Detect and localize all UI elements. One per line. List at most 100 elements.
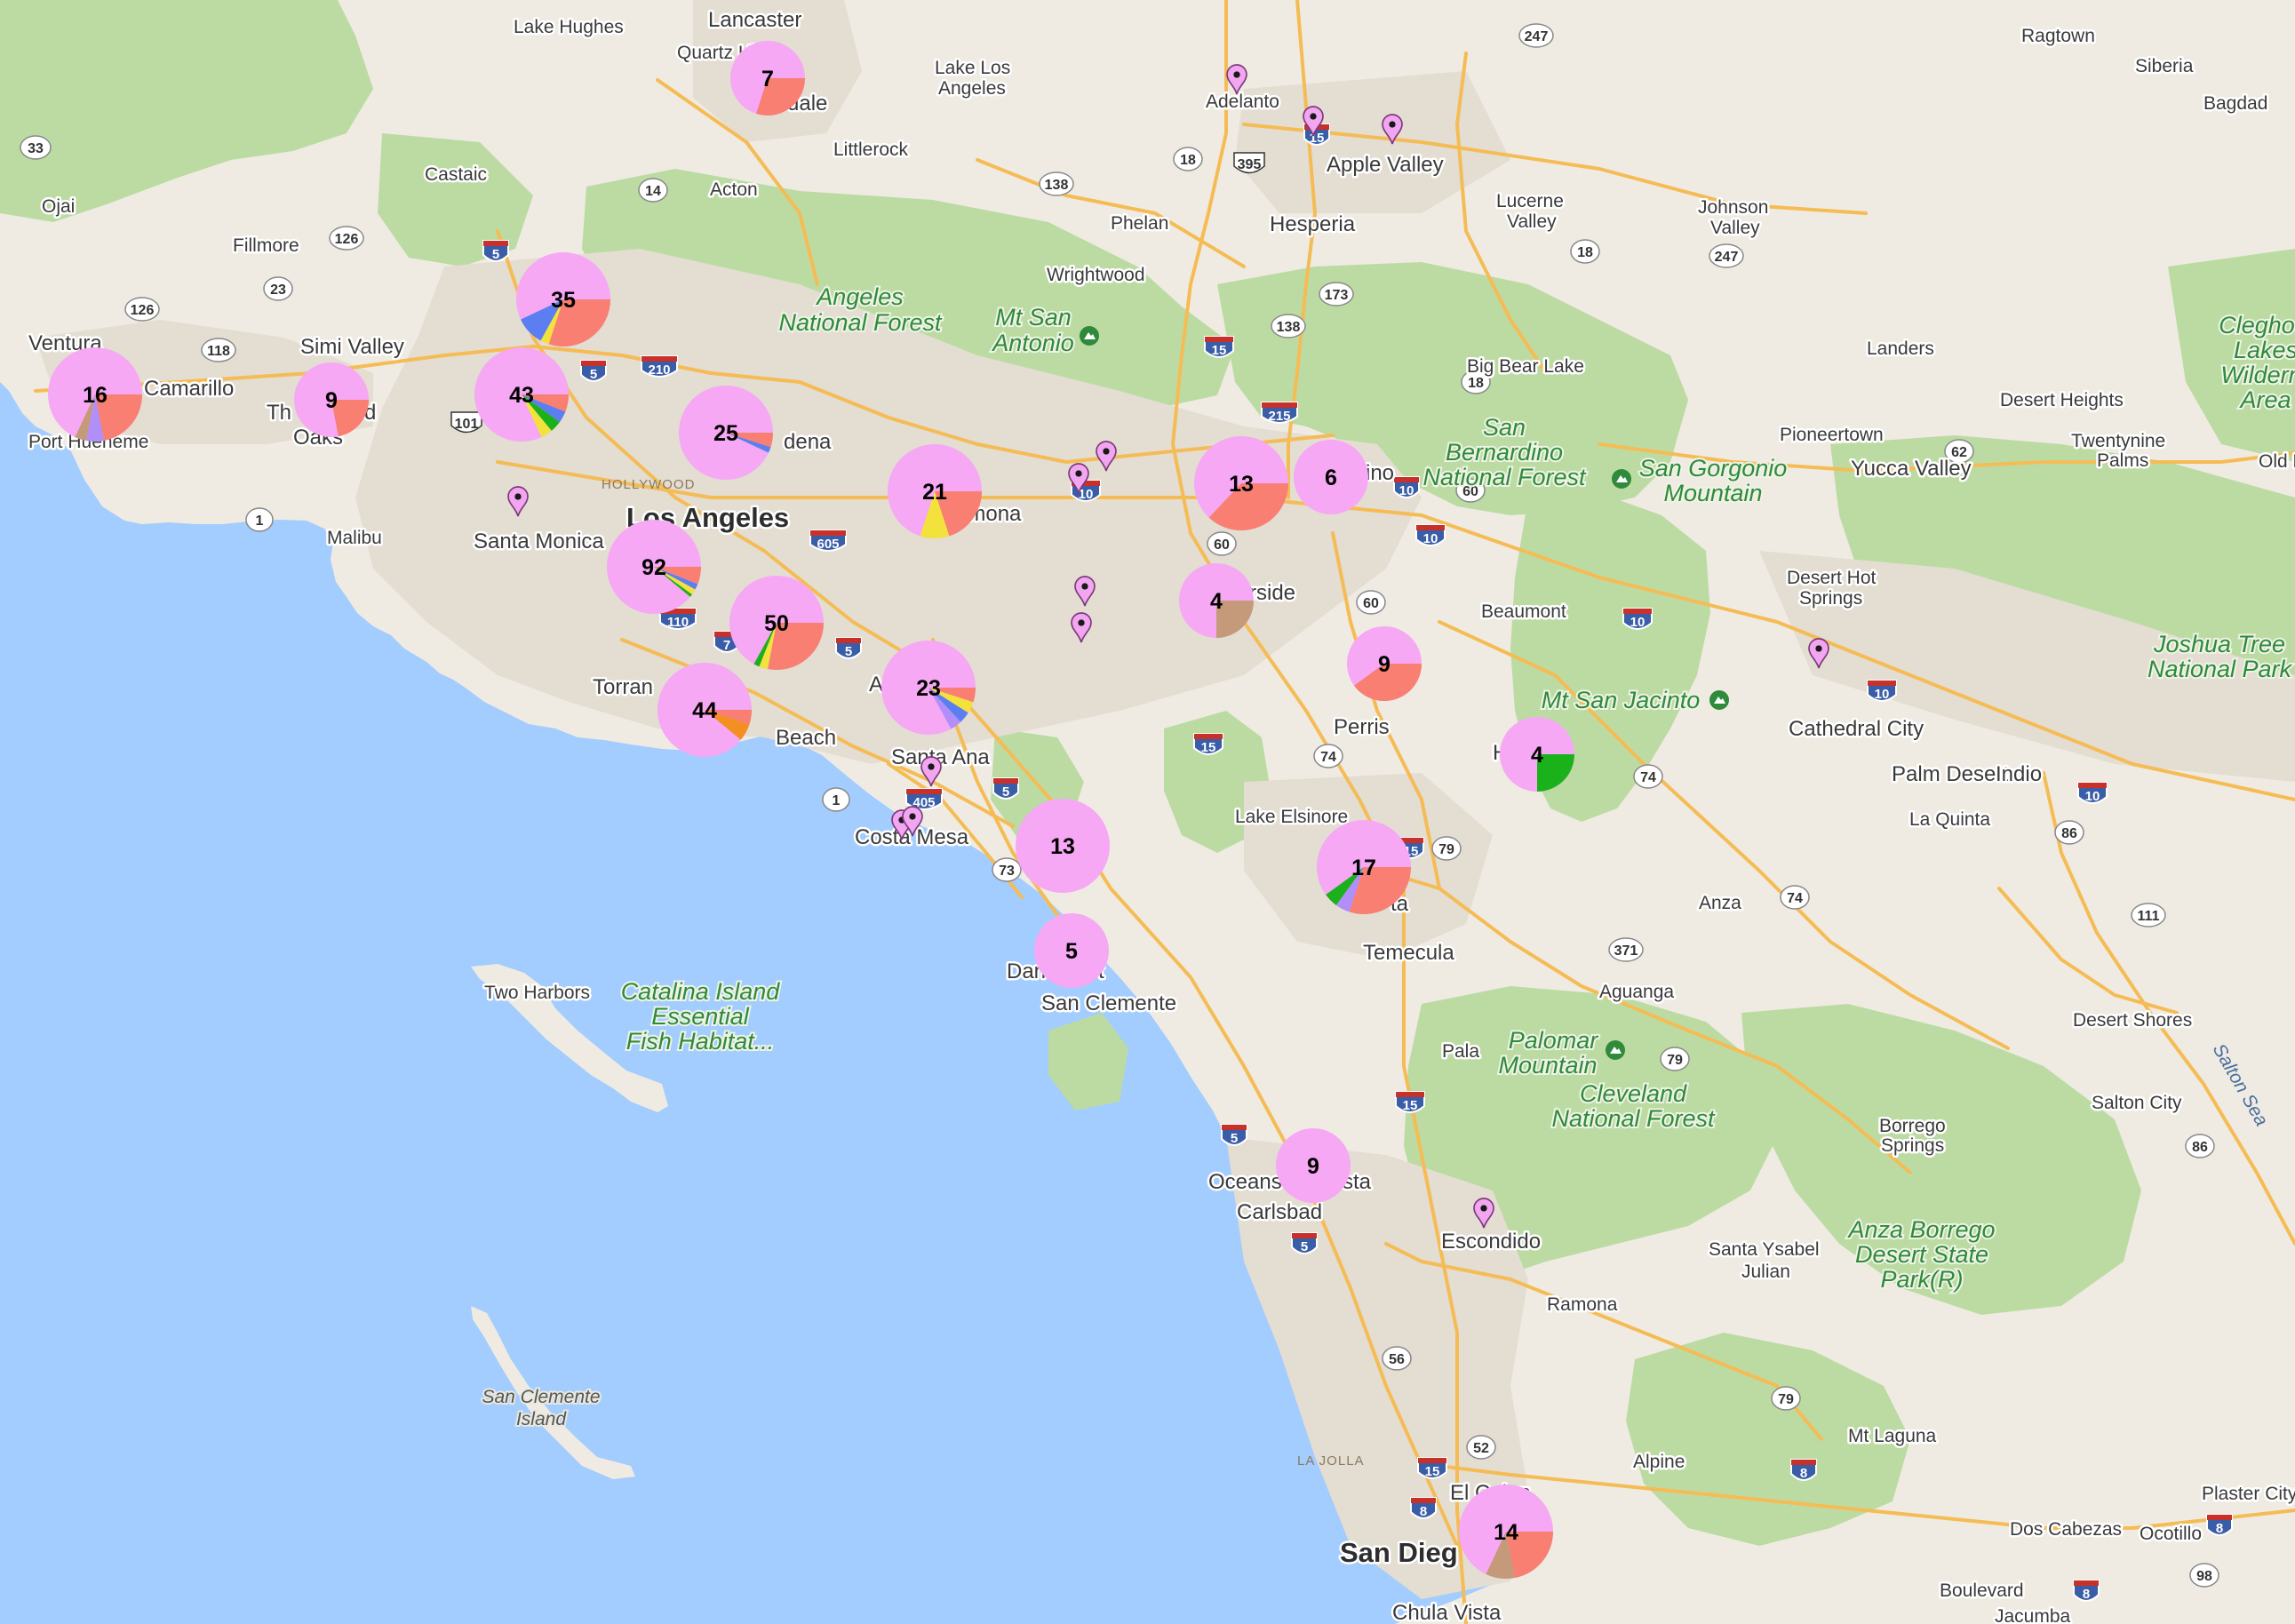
cluster-count: 17: [1351, 856, 1376, 880]
map-canvas[interactable]: 5 5 210 605 110 5 405 5 15 215 10 10 10 …: [0, 0, 2295, 1624]
svg-text:110: 110: [667, 615, 689, 630]
san-bernardino-nf-label: Bernardino: [1446, 439, 1563, 466]
svg-text:18: 18: [1180, 153, 1196, 168]
cluster-marker[interactable]: 92: [607, 520, 701, 614]
interstate-215-shield: 215: [1261, 402, 1298, 424]
svg-text:10: 10: [1875, 687, 1890, 702]
place-label: Siberia: [2135, 56, 2194, 76]
svg-text:52: 52: [1473, 1441, 1489, 1456]
svg-text:118: 118: [207, 344, 230, 359]
place-label: A: [869, 673, 883, 697]
cluster-marker[interactable]: 5: [1034, 913, 1109, 988]
cluster-count: 4: [1531, 743, 1543, 768]
cluster-marker[interactable]: 4: [1500, 717, 1574, 792]
place-label: Desert Hot: [1787, 568, 1877, 588]
san-gorgonio-label: Mountain: [1663, 480, 1762, 506]
cluster-marker[interactable]: 9: [1347, 626, 1422, 702]
place-label: Springs: [1881, 1135, 1944, 1156]
svg-text:215: 215: [1268, 409, 1290, 424]
svg-text:247: 247: [1525, 29, 1549, 44]
place-label: Acton: [710, 179, 758, 200]
svg-text:23: 23: [270, 283, 286, 298]
svg-text:210: 210: [648, 362, 670, 378]
catalina-label: Catalina Island: [621, 978, 781, 1005]
clegho-label: Wildern: [2220, 362, 2295, 388]
cluster-count: 21: [922, 480, 947, 505]
place-label: Malibu: [327, 528, 382, 548]
place-label: Landers: [1867, 338, 1934, 359]
svg-text:1: 1: [256, 513, 264, 529]
place-label: Mt Laguna: [1848, 1426, 1937, 1446]
place-label: Oceans: [1208, 1170, 1282, 1194]
cluster-marker[interactable]: 9: [294, 362, 369, 437]
san-clemente-island-label: San Clemente: [482, 1387, 600, 1407]
clegho-label: Lakes: [2234, 337, 2295, 363]
cluster-marker[interactable]: 6: [1294, 440, 1368, 514]
cluster-marker[interactable]: 43: [474, 347, 569, 442]
cluster-marker[interactable]: 17: [1317, 820, 1411, 915]
svg-text:10: 10: [2085, 789, 2100, 804]
cluster-marker[interactable]: 23: [881, 641, 976, 735]
joshua-tree-label: Joshua Tree: [2153, 631, 2285, 657]
cluster-marker[interactable]: 50: [729, 576, 824, 670]
svg-text:8: 8: [2216, 1521, 2223, 1536]
place-label: Dos Cabezas: [2010, 1519, 2122, 1540]
svg-text:60: 60: [1214, 537, 1230, 553]
interstate-15-shield: 15: [1204, 336, 1234, 358]
san-gorgonio-label: San Gorgonio: [1639, 455, 1788, 482]
cluster-marker[interactable]: 25: [679, 386, 773, 480]
svg-text:86: 86: [2192, 1140, 2208, 1155]
place-label: Carlsbad: [1237, 1200, 1322, 1224]
palomar-label: Palomar: [1509, 1027, 1599, 1054]
svg-text:79: 79: [1438, 842, 1454, 857]
cluster-count: 25: [713, 421, 738, 446]
interstate-10-shield: 10: [1415, 524, 1446, 546]
cluster-marker[interactable]: 16: [48, 347, 142, 442]
place-label: Palm Desert: [1892, 762, 2009, 786]
svg-text:33: 33: [28, 141, 44, 156]
cluster-marker[interactable]: 14: [1459, 1485, 1553, 1580]
place-label: Lake Elsinore: [1235, 807, 1348, 827]
cluster-count: 14: [1494, 1520, 1518, 1545]
joshua-tree-label: National Park: [2148, 656, 2293, 682]
place-label: Julian: [1741, 1262, 1790, 1282]
place-label: LA JOLLA: [1297, 1453, 1365, 1469]
cluster-marker[interactable]: 44: [657, 663, 752, 757]
place-label: Th: [267, 401, 291, 425]
interstate-10-shield: 10: [2077, 782, 2108, 804]
svg-text:126: 126: [131, 303, 155, 318]
interstate-605-shield: 605: [809, 529, 847, 552]
place-label: HOLLYWOOD: [602, 477, 695, 492]
cluster-marker[interactable]: 13: [1194, 436, 1288, 531]
cluster-count: 9: [1378, 652, 1391, 677]
place-label: Lucerne: [1496, 191, 1564, 211]
svg-text:86: 86: [2061, 826, 2077, 841]
place-label: Palms: [2097, 450, 2148, 471]
place-label: Littlerock: [833, 139, 909, 160]
place-label: Salton City: [2092, 1093, 2182, 1113]
place-label: dena: [784, 430, 832, 454]
clegho-label: Area: [2238, 386, 2291, 413]
place-label: Big Bear Lake: [1467, 356, 1584, 377]
place-label: ino: [1366, 461, 1394, 485]
interstate-10-shield: 10: [1867, 680, 1897, 702]
svg-text:79: 79: [1778, 1392, 1794, 1407]
interstate-5-shield: 5: [1291, 1232, 1318, 1254]
svg-text:395: 395: [1238, 157, 1262, 172]
cluster-marker[interactable]: 4: [1179, 563, 1254, 638]
cluster-marker[interactable]: 21: [888, 444, 982, 539]
svg-text:5: 5: [492, 247, 499, 262]
cluster-marker[interactable]: 13: [1016, 799, 1110, 893]
interstate-10-shield: 10: [1393, 476, 1420, 498]
place-label: Boulevard: [1940, 1580, 2024, 1601]
svg-text:10: 10: [1423, 531, 1438, 546]
svg-text:5: 5: [1002, 784, 1009, 800]
cluster-marker[interactable]: 9: [1276, 1128, 1351, 1203]
svg-text:98: 98: [2196, 1569, 2212, 1584]
svg-text:126: 126: [335, 232, 359, 247]
cluster-marker[interactable]: 35: [516, 252, 610, 347]
place-label: Johnson: [1698, 197, 1768, 218]
place-label: Apple Valley: [1327, 153, 1444, 177]
cluster-marker[interactable]: 7: [730, 41, 805, 115]
cluster-count: 92: [641, 555, 666, 580]
